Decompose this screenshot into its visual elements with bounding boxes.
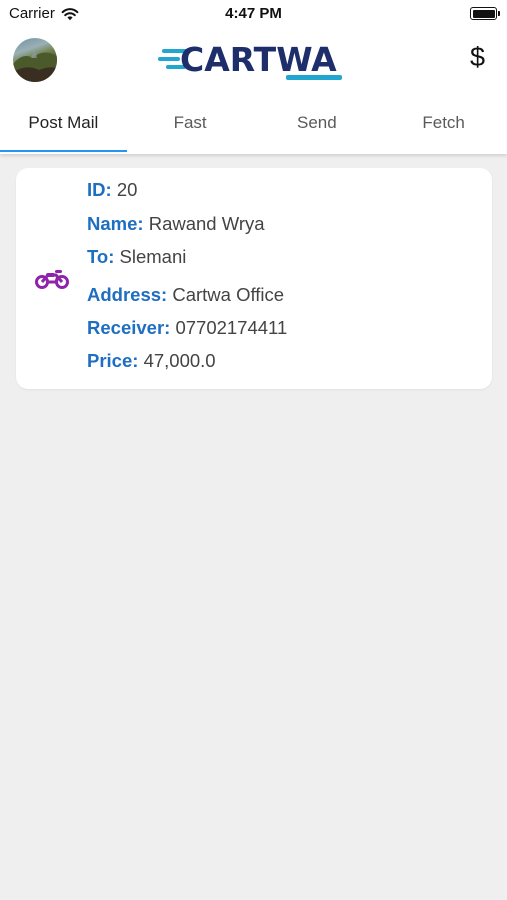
app-header: Carrier 4:47 PM CARTWA $ Post Mail Fast …	[0, 0, 507, 154]
order-name-row: Name: Rawand Wrya	[87, 213, 265, 235]
order-id-label: ID:	[87, 179, 112, 200]
cartwa-logo: CARTWA	[158, 40, 344, 82]
tab-bar: Post Mail Fast Send Fetch	[0, 100, 507, 154]
currency-button[interactable]: $	[470, 42, 485, 73]
order-price-value: 47,000.0	[143, 350, 216, 371]
status-time: 4:47 PM	[225, 5, 282, 22]
order-address-value: Cartwa Office	[172, 284, 285, 305]
order-to-value: Slemani	[119, 246, 187, 267]
tab-fetch[interactable]: Fetch	[380, 100, 507, 154]
order-card[interactable]: ID: 20 Name: Rawand Wrya To: Slemani Add…	[16, 168, 492, 389]
order-receiver-label: Receiver:	[87, 317, 171, 338]
battery-icon	[470, 7, 500, 20]
order-receiver-row: Receiver: 07702174411	[87, 317, 287, 339]
motorcycle-icon	[35, 270, 69, 289]
status-bar: Carrier 4:47 PM	[0, 0, 507, 28]
logo-text: CARTWA	[180, 40, 337, 79]
order-name-label: Name:	[87, 213, 144, 234]
tab-fast[interactable]: Fast	[127, 100, 254, 154]
order-address-label: Address:	[87, 284, 168, 305]
tab-post-mail[interactable]: Post Mail	[0, 100, 127, 154]
order-id-value: 20	[116, 179, 138, 200]
order-address-row: Address: Cartwa Office	[87, 284, 284, 306]
order-to-row: To: Slemani	[87, 246, 186, 268]
avatar[interactable]	[13, 38, 57, 82]
order-to-label: To:	[87, 246, 115, 267]
order-name-value: Rawand Wrya	[148, 213, 265, 234]
order-id-row: ID: 20	[87, 179, 137, 201]
order-receiver-value: 07702174411	[175, 317, 288, 338]
order-price-row: Price: 47,000.0	[87, 350, 216, 372]
logo-tagline-bar	[286, 75, 342, 80]
avatar-landscape-image	[13, 48, 57, 82]
tab-send[interactable]: Send	[254, 100, 381, 154]
order-price-label: Price:	[87, 350, 139, 371]
app-bar: CARTWA $	[0, 34, 507, 88]
